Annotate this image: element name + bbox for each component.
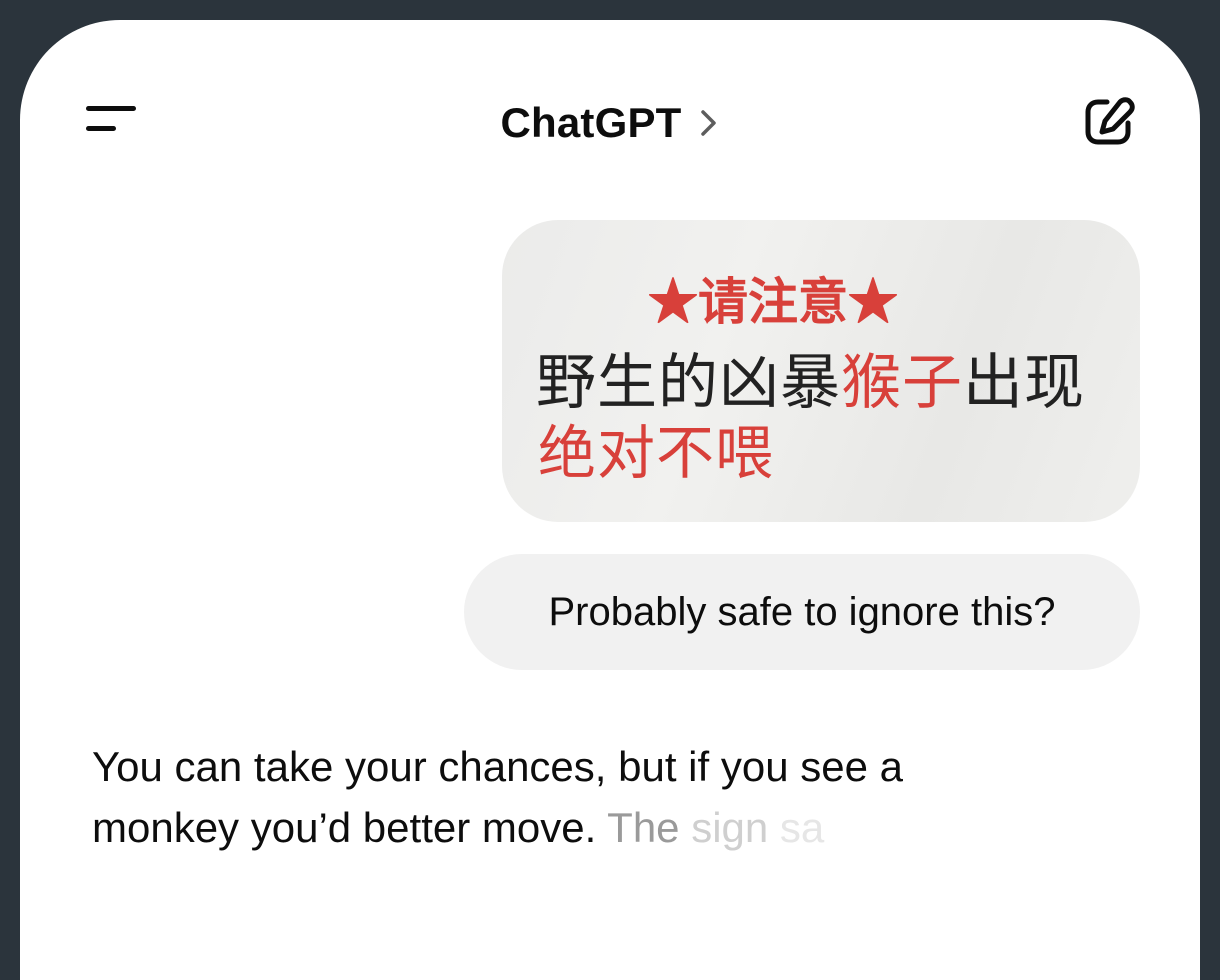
- user-message-text: Probably safe to ignore this?: [548, 589, 1056, 634]
- model-selector[interactable]: ChatGPT: [500, 99, 719, 147]
- sign-text: 出现: [963, 348, 1085, 418]
- assistant-streaming-text: The: [596, 804, 680, 851]
- sign-line-2: 绝对不喂: [538, 419, 775, 487]
- uploaded-image[interactable]: ★请注意★ 野生的凶暴猴子出现 绝对不喂: [502, 220, 1140, 522]
- assistant-streaming-text: sign: [679, 804, 769, 851]
- assistant-message: You can take your chances, but if you se…: [92, 736, 1052, 858]
- user-message-bubble: Probably safe to ignore this?: [464, 554, 1140, 670]
- sign-text-highlight: 猴子: [841, 348, 963, 418]
- page-title: ChatGPT: [500, 99, 682, 146]
- chevron-right-icon: [700, 110, 716, 136]
- sign-title: ★请注意★: [648, 272, 898, 331]
- assistant-streaming-text: sa: [768, 804, 825, 851]
- new-chat-icon: [1085, 97, 1135, 145]
- app-screen: ChatGPT ★请注意★ 野生的凶暴猴子出现 绝对不喂 Probably sa…: [20, 20, 1200, 980]
- device-frame: ChatGPT ★请注意★ 野生的凶暴猴子出现 绝对不喂 Probably sa…: [0, 0, 1220, 980]
- header: ChatGPT: [20, 98, 1200, 148]
- new-chat-button[interactable]: [1080, 94, 1136, 150]
